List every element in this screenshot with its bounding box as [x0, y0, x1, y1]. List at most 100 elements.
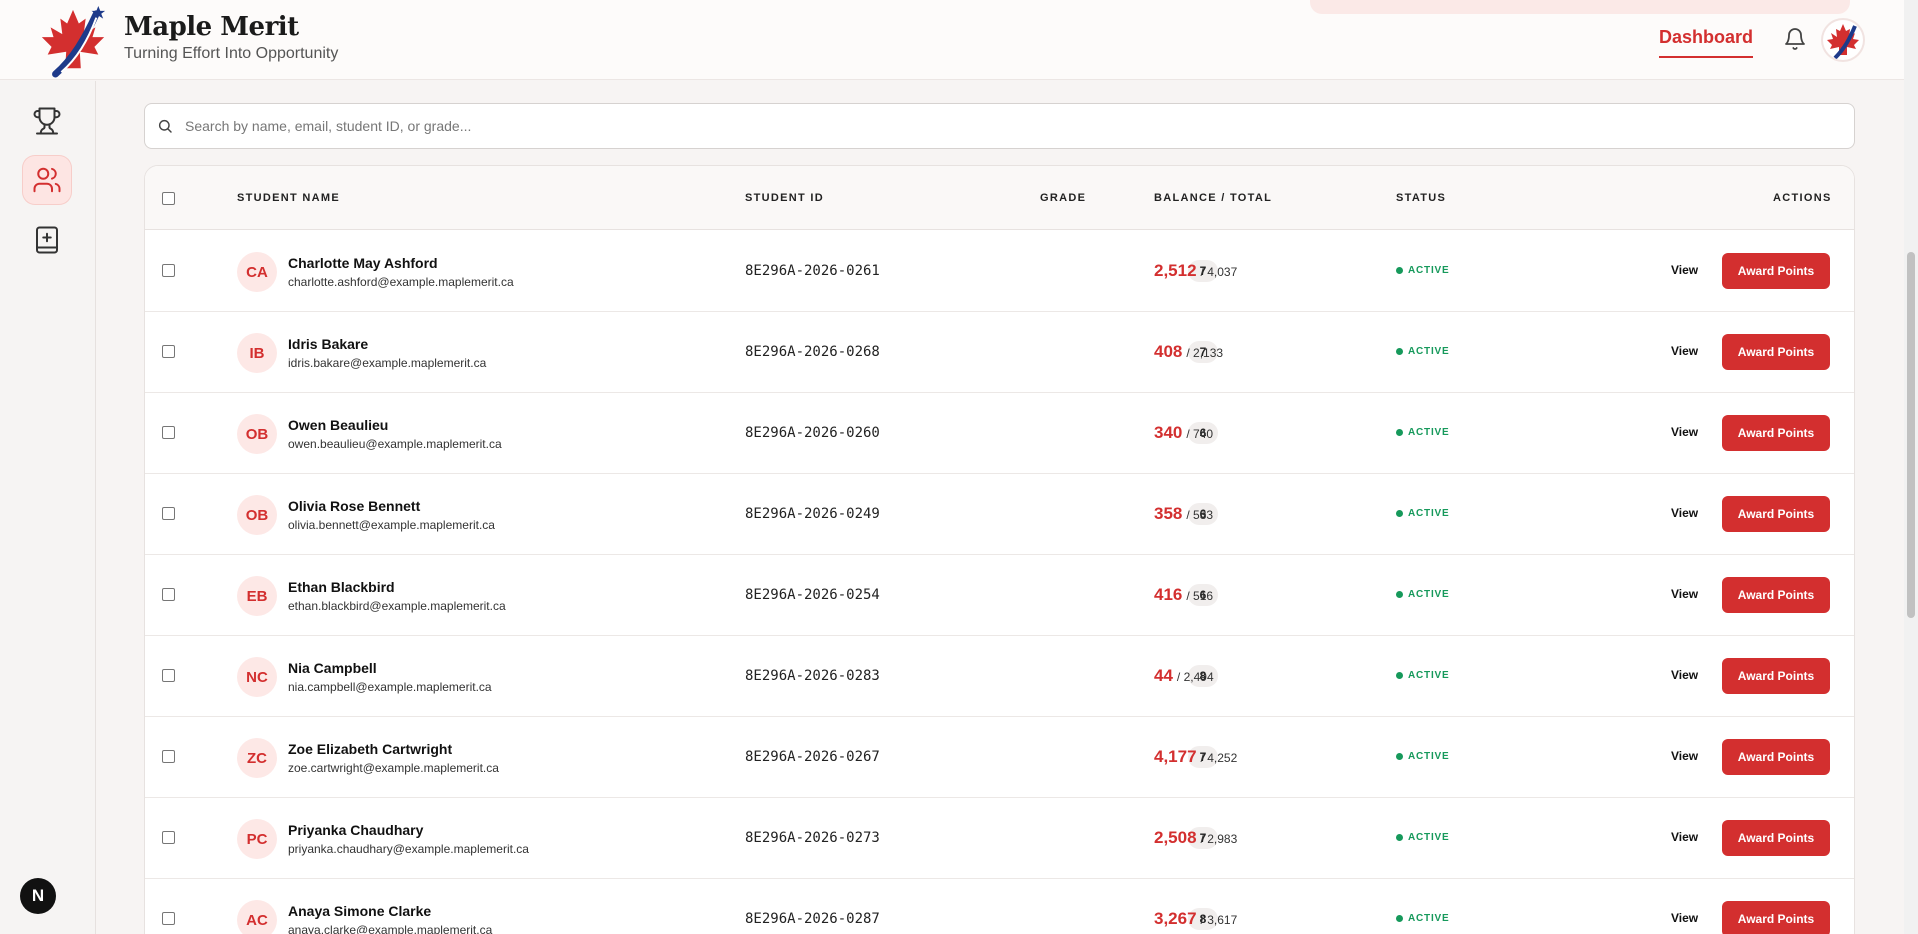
status-dot-icon: [1396, 591, 1403, 598]
student-initials: NC: [237, 657, 277, 697]
award-points-button[interactable]: Award Points: [1722, 901, 1830, 934]
student-email: zoe.cartwright@example.maplemerit.ca: [288, 761, 499, 775]
points-balance: 416/ 516: [1154, 585, 1213, 605]
select-all-checkbox[interactable]: [162, 192, 175, 205]
row-checkbox[interactable]: [162, 507, 175, 520]
balance-value: 408: [1154, 342, 1183, 361]
student-email: ethan.blackbird@example.maplemerit.ca: [288, 599, 506, 613]
status-badge: ACTIVE: [1396, 589, 1449, 600]
brand-title: Maple Merit: [124, 12, 299, 42]
row-checkbox[interactable]: [162, 264, 175, 277]
student-email: olivia.bennett@example.maplemerit.ca: [288, 518, 495, 532]
student-id: 8E296A-2026-0261: [745, 263, 880, 279]
table-row[interactable]: IB Idris Bakare idris.bakare@example.map…: [145, 312, 1854, 393]
award-points-button[interactable]: Award Points: [1722, 253, 1830, 289]
row-checkbox[interactable]: [162, 669, 175, 682]
total-value: / 3,617: [1200, 913, 1238, 927]
student-id: 8E296A-2026-0287: [745, 911, 880, 927]
status-label: ACTIVE: [1408, 589, 1450, 600]
view-button[interactable]: View: [1671, 506, 1698, 520]
status-dot-icon: [1396, 753, 1403, 760]
award-points-button[interactable]: Award Points: [1722, 334, 1830, 370]
column-header-grade: GRADE: [1040, 192, 1087, 204]
status-badge: ACTIVE: [1396, 751, 1449, 762]
trophy-icon: [33, 107, 61, 135]
balance-value: 416: [1154, 585, 1183, 604]
status-label: ACTIVE: [1408, 670, 1450, 681]
balance-value: 2,508: [1154, 828, 1197, 847]
add-book-icon: [36, 226, 58, 254]
column-header-id: STUDENT ID: [745, 192, 824, 204]
row-checkbox[interactable]: [162, 831, 175, 844]
table-row[interactable]: EB Ethan Blackbird ethan.blackbird@examp…: [145, 555, 1854, 636]
award-points-button[interactable]: Award Points: [1722, 496, 1830, 532]
user-avatar[interactable]: [1823, 20, 1863, 60]
student-id: 8E296A-2026-0254: [745, 587, 880, 603]
table-row[interactable]: ZC Zoe Elizabeth Cartwright zoe.cartwrig…: [145, 717, 1854, 798]
award-points-button[interactable]: Award Points: [1722, 658, 1830, 694]
status-dot-icon: [1396, 348, 1403, 355]
nav-dashboard-link[interactable]: Dashboard: [1659, 27, 1754, 58]
student-name: Priyanka Chaudhary: [288, 822, 424, 838]
table-row[interactable]: OB Owen Beaulieu owen.beaulieu@example.m…: [145, 393, 1854, 474]
points-balance: 408/ 2,133: [1154, 342, 1223, 362]
total-value: / 2,983: [1200, 832, 1238, 846]
view-button[interactable]: View: [1671, 830, 1698, 844]
total-value: / 2,494: [1176, 670, 1214, 684]
student-email: charlotte.ashford@example.maplemerit.ca: [288, 275, 514, 289]
student-id: 8E296A-2026-0249: [745, 506, 880, 522]
scrollbar-thumb[interactable]: [1907, 252, 1915, 618]
student-initials: PC: [237, 819, 277, 859]
student-initials: OB: [237, 414, 277, 454]
row-checkbox[interactable]: [162, 588, 175, 601]
table-row[interactable]: AC Anaya Simone Clarke anaya.clarke@exam…: [145, 879, 1854, 934]
view-button[interactable]: View: [1671, 425, 1698, 439]
status-label: ACTIVE: [1408, 751, 1450, 762]
award-points-button[interactable]: Award Points: [1722, 820, 1830, 856]
award-points-button[interactable]: Award Points: [1722, 415, 1830, 451]
page-scrollbar[interactable]: [1904, 0, 1918, 934]
balance-value: 4,177: [1154, 747, 1197, 766]
status-dot-icon: [1396, 834, 1403, 841]
table-row[interactable]: NC Nia Campbell nia.campbell@example.map…: [145, 636, 1854, 717]
table-row[interactable]: PC Priyanka Chaudhary priyanka.chaudhary…: [145, 798, 1854, 879]
status-label: ACTIVE: [1408, 913, 1450, 924]
column-header-status: STATUS: [1396, 192, 1447, 204]
award-points-button[interactable]: Award Points: [1722, 577, 1830, 613]
view-button[interactable]: View: [1671, 344, 1698, 358]
view-button[interactable]: View: [1671, 263, 1698, 277]
view-button[interactable]: View: [1671, 587, 1698, 601]
student-name: Zoe Elizabeth Cartwright: [288, 741, 453, 757]
student-name: Charlotte May Ashford: [288, 255, 438, 271]
points-balance: 3,267/ 3,617: [1154, 909, 1237, 929]
balance-value: 3,267: [1154, 909, 1197, 928]
student-email: anaya.clarke@example.maplemerit.ca: [288, 923, 493, 934]
row-checkbox[interactable]: [162, 345, 175, 358]
balance-value: 340: [1154, 423, 1183, 442]
student-id: 8E296A-2026-0268: [745, 344, 880, 360]
status-badge: ACTIVE: [1396, 265, 1449, 276]
total-value: / 2,133: [1186, 346, 1224, 360]
view-button[interactable]: View: [1671, 668, 1698, 682]
table-row[interactable]: OB Olivia Rose Bennett olivia.bennett@ex…: [145, 474, 1854, 555]
dev-badge[interactable]: N: [20, 878, 56, 914]
student-initials: EB: [237, 576, 277, 616]
sidebar-item-leaderboard[interactable]: [23, 97, 71, 145]
sidebar-item-students[interactable]: [23, 156, 71, 204]
sidebar-item-add-entry[interactable]: [23, 216, 71, 264]
student-email: idris.bakare@example.maplemerit.ca: [288, 356, 487, 370]
view-button[interactable]: View: [1671, 911, 1698, 925]
balance-value: 2,512: [1154, 261, 1197, 280]
view-button[interactable]: View: [1671, 749, 1698, 763]
bell-icon[interactable]: [1783, 27, 1807, 51]
sidebar: [0, 81, 96, 934]
award-points-button[interactable]: Award Points: [1722, 739, 1830, 775]
row-checkbox[interactable]: [162, 750, 175, 763]
search-input[interactable]: [185, 118, 1785, 134]
status-dot-icon: [1396, 429, 1403, 436]
points-balance: 4,177/ 4,252: [1154, 747, 1237, 767]
column-header-balance: BALANCE / TOTAL: [1154, 192, 1273, 204]
row-checkbox[interactable]: [162, 426, 175, 439]
table-row[interactable]: CA Charlotte May Ashford charlotte.ashfo…: [145, 231, 1854, 312]
row-checkbox[interactable]: [162, 912, 175, 925]
